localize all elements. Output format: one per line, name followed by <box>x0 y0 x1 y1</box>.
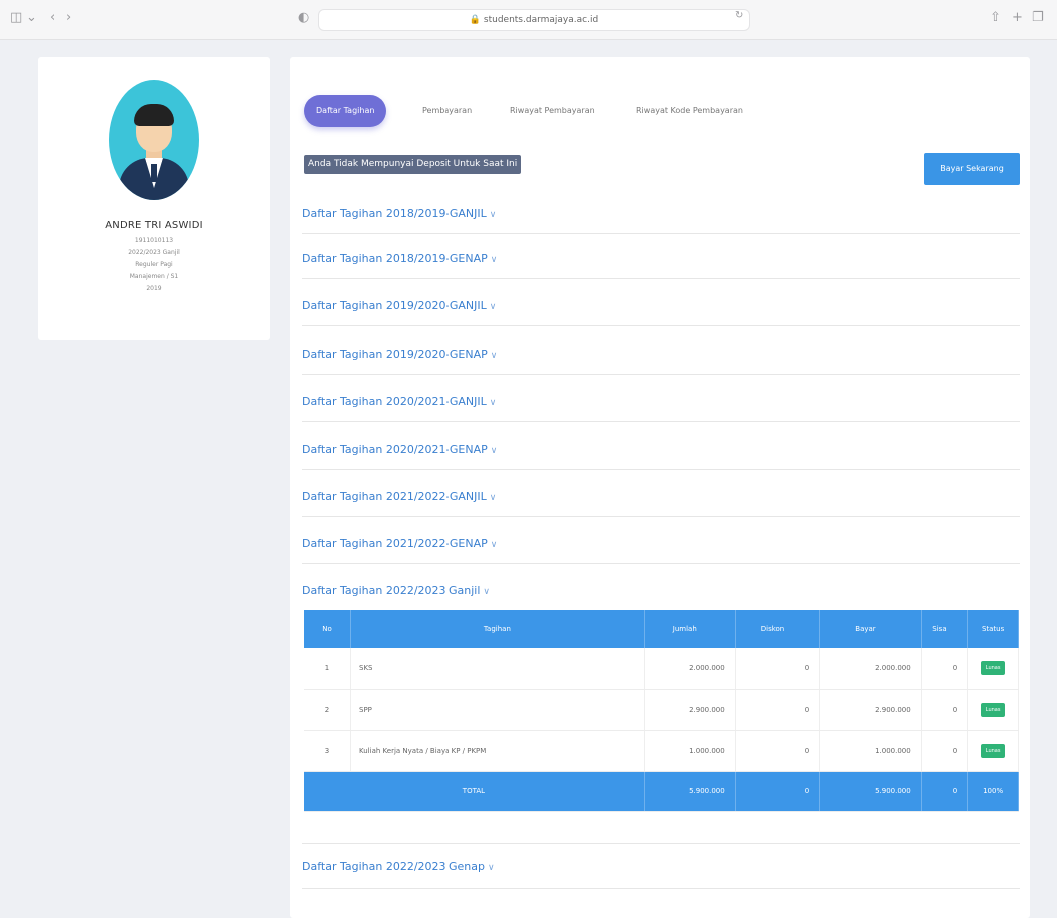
tab-daftar-tagihan[interactable]: Daftar Tagihan <box>304 95 387 127</box>
row-diskon: 0 <box>735 689 821 731</box>
row-jumlah: 2.000.000 <box>644 648 736 690</box>
address-bar[interactable]: 🔒 students.darmajaya.ac.id <box>318 9 750 31</box>
browser-toolbar: ◫ ⌄ ‹ › ◐ 🔒 students.darmajaya.ac.id ↻ ⇧… <box>0 0 1057 40</box>
row-diskon: 0 <box>735 730 821 772</box>
column-header-bayar: Bayar <box>819 610 922 648</box>
status-badge: Lunas <box>980 661 1006 676</box>
accordion-2019-2020-genap[interactable]: Daftar Tagihan 2019/2020-GENAP ∨ <box>302 335 1020 375</box>
new-tab-icon[interactable]: + <box>1012 10 1023 25</box>
chevron-down-icon: ∨ <box>483 587 491 597</box>
row-tagihan: SPP <box>350 689 645 731</box>
accordion-2020-2021-genap[interactable]: Daftar Tagihan 2020/2021-GENAP ∨ <box>302 430 1020 470</box>
accordion-2021-2022-genap[interactable]: Daftar Tagihan 2021/2022-GENAP ∨ <box>302 524 1020 564</box>
row-jumlah: 2.900.000 <box>644 689 736 731</box>
accordion-2019-2020-ganjil[interactable]: Daftar Tagihan 2019/2020-GANJIL ∨ <box>302 286 1020 326</box>
table-row: 3 Kuliah Kerja Nyata / Biaya KP / PKPM 1… <box>304 730 1019 772</box>
column-header-sisa: Sisa <box>921 610 969 648</box>
column-header-jumlah: Jumlah <box>644 610 736 648</box>
sidebar-icon[interactable]: ◫ <box>10 10 22 25</box>
row-bayar: 2.900.000 <box>819 689 922 731</box>
chevron-down-icon: ∨ <box>490 351 498 361</box>
row-status: Lunas <box>967 730 1019 772</box>
table-total-row: TOTAL 5.900.000 0 5.900.000 0 100% <box>304 771 1019 812</box>
chevron-down-icon[interactable]: ⌄ <box>26 10 37 25</box>
student-program: Manajemen / S1 <box>129 273 179 280</box>
accordion-2018-2019-ganjil[interactable]: Daftar Tagihan 2018/2019-GANJIL ∨ <box>302 194 1020 234</box>
total-status: 100% <box>967 771 1019 812</box>
chevron-down-icon: ∨ <box>489 302 497 312</box>
accordion-2022-2023-ganjil[interactable]: Daftar Tagihan 2022/2023 Ganjil ∨ <box>302 571 1020 611</box>
student-semester: 2022/2023 Ganjil <box>128 249 180 256</box>
accordion-2021-2022-ganjil[interactable]: Daftar Tagihan 2021/2022-GANJIL ∨ <box>302 477 1020 517</box>
tab-riwayat-kode-pembayaran[interactable]: Riwayat Kode Pembayaran <box>636 95 743 127</box>
row-sisa: 0 <box>921 648 969 690</box>
lock-icon: 🔒 <box>469 15 482 25</box>
reload-icon[interactable]: ↻ <box>735 10 743 21</box>
row-no: 2 <box>304 689 351 731</box>
total-diskon: 0 <box>735 771 821 812</box>
back-icon[interactable]: ‹ <box>50 10 55 25</box>
chevron-down-icon: ∨ <box>488 863 495 873</box>
billing-panel: Daftar Tagihan Pembayaran Riwayat Pembay… <box>290 57 1030 918</box>
tabs-overview-icon[interactable]: ❐ <box>1032 10 1044 25</box>
deposit-notice: Anda Tidak Mempunyai Deposit Untuk Saat … <box>304 155 522 174</box>
chevron-down-icon: ∨ <box>489 210 497 220</box>
column-header-status: Status <box>967 610 1019 648</box>
row-status: Lunas <box>967 648 1019 690</box>
chevron-down-icon: ∨ <box>490 540 498 550</box>
column-header-tagihan: Tagihan <box>350 610 645 648</box>
status-badge: Lunas <box>980 702 1006 717</box>
student-year: 2019 <box>146 285 162 292</box>
row-bayar: 1.000.000 <box>819 730 922 772</box>
accordion-2018-2019-genap[interactable]: Daftar Tagihan 2018/2019-GENAP ∨ <box>302 239 1020 279</box>
status-badge: Lunas <box>980 743 1006 758</box>
total-label: TOTAL <box>304 771 645 812</box>
pay-now-button[interactable]: Bayar Sekarang <box>924 153 1020 185</box>
total-jumlah: 5.900.000 <box>644 771 736 812</box>
student-name: ANDRE TRI ASWIDI <box>105 220 203 231</box>
row-jumlah: 1.000.000 <box>644 730 736 772</box>
privacy-icon[interactable]: ◐ <box>298 10 309 25</box>
chevron-down-icon: ∨ <box>489 493 497 503</box>
table-header-row: No Tagihan Jumlah Diskon Bayar Sisa Stat… <box>304 610 1019 648</box>
row-sisa: 0 <box>921 730 969 772</box>
url-text: students.darmajaya.ac.id <box>483 15 599 25</box>
student-id: 1911010113 <box>134 237 174 244</box>
accordion-2020-2021-ganjil[interactable]: Daftar Tagihan 2020/2021-GANJIL ∨ <box>302 382 1020 422</box>
profile-card: ANDRE TRI ASWIDI 1911010113 2022/2023 Ga… <box>38 57 270 340</box>
chevron-down-icon: ∨ <box>490 446 498 456</box>
table-row: 1 SKS 2.000.000 0 2.000.000 0 Lunas <box>304 648 1019 690</box>
row-diskon: 0 <box>735 648 821 690</box>
chevron-down-icon: ∨ <box>489 398 497 408</box>
avatar <box>109 80 199 200</box>
column-header-diskon: Diskon <box>735 610 821 648</box>
row-sisa: 0 <box>921 689 969 731</box>
total-sisa: 0 <box>921 771 969 812</box>
tab-pembayaran[interactable]: Pembayaran <box>422 95 472 127</box>
chevron-down-icon: ∨ <box>490 255 498 265</box>
forward-icon[interactable]: › <box>66 10 71 25</box>
row-bayar: 2.000.000 <box>819 648 922 690</box>
tab-riwayat-pembayaran[interactable]: Riwayat Pembayaran <box>510 95 595 127</box>
column-header-no: No <box>304 610 351 648</box>
student-class: Reguler Pagi <box>135 261 173 268</box>
row-no: 1 <box>304 648 351 690</box>
share-icon[interactable]: ⇧ <box>990 10 1001 25</box>
row-no: 3 <box>304 730 351 772</box>
row-tagihan: SKS <box>350 648 645 690</box>
row-tagihan: Kuliah Kerja Nyata / Biaya KP / PKPM <box>350 730 645 772</box>
row-status: Lunas <box>967 689 1019 731</box>
table-row: 2 SPP 2.900.000 0 2.900.000 0 Lunas <box>304 689 1019 731</box>
accordion-2022-2023-genap[interactable]: Daftar Tagihan 2022/2023 Genap ∨ <box>302 843 1020 889</box>
total-bayar: 5.900.000 <box>819 771 922 812</box>
billing-table: No Tagihan Jumlah Diskon Bayar Sisa Stat… <box>304 610 1019 812</box>
